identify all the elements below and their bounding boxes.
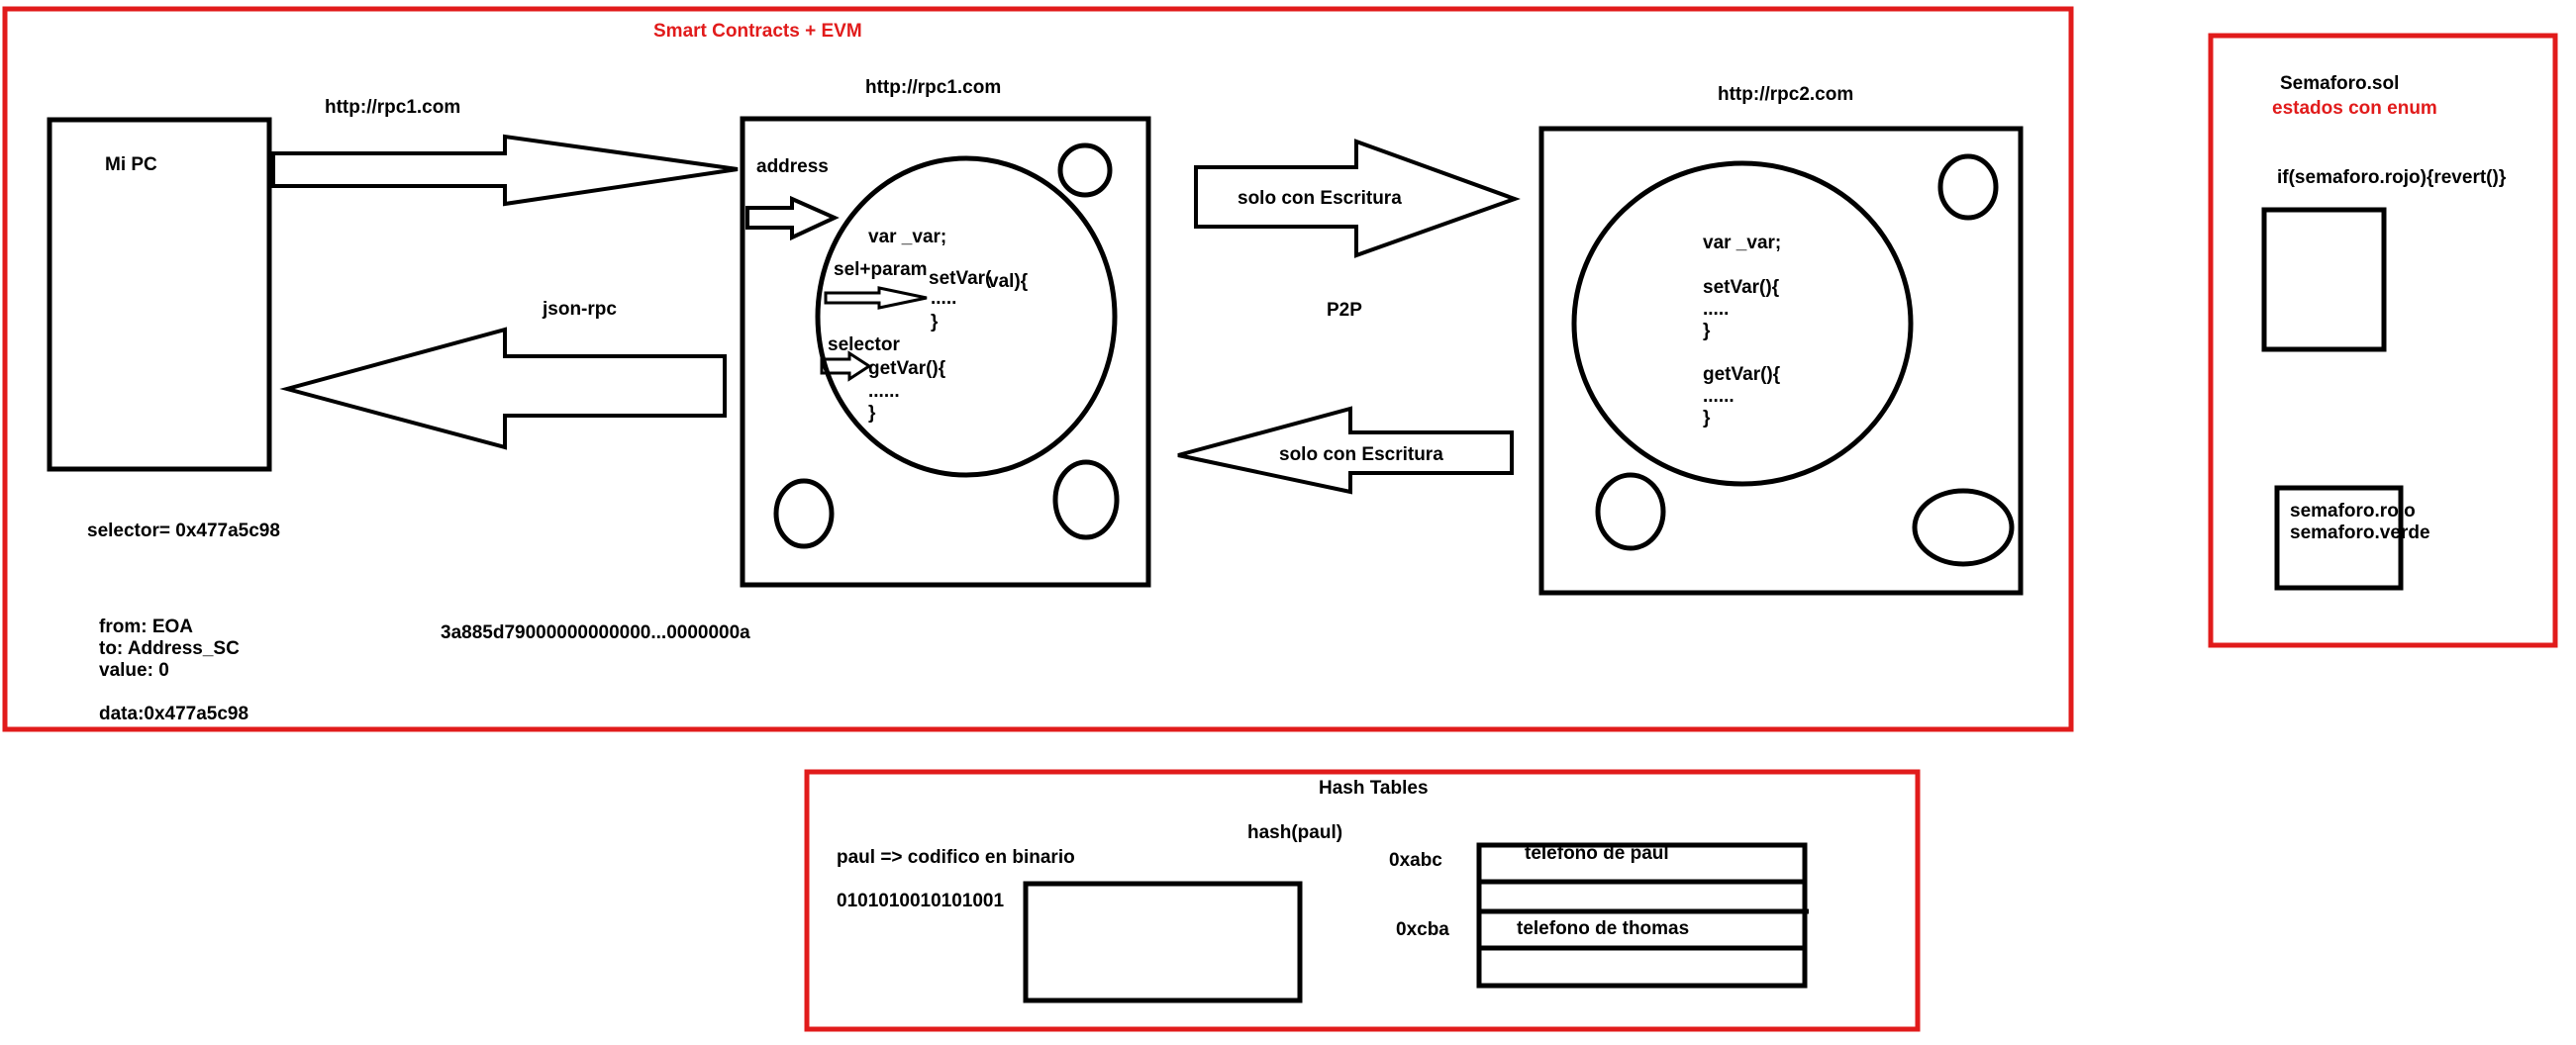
smart-contracts-title: Smart Contracts + EVM	[653, 21, 862, 42]
node1-var-decl: var _var;	[868, 227, 946, 247]
solo-escritura-bottom: solo con Escritura	[1279, 444, 1443, 465]
node1-selector-label: selector	[828, 334, 900, 355]
sel-param-arrow	[824, 286, 928, 310]
diagram-canvas: Smart Contracts + EVM Mi PC http://rpc1.…	[2, 6, 2558, 1032]
node1-close-1: }	[931, 312, 939, 332]
encode-label: paul => codifico en binario	[837, 847, 1075, 868]
semaforo-subtitle: estados con enum	[2272, 98, 2437, 119]
binary-label: 0101010010101001	[837, 891, 1005, 911]
node1-setvar: setVar(	[929, 268, 992, 289]
semaforo-state-verde: semaforo.verde	[2290, 522, 2430, 543]
node1-url: http://rpc1.com	[865, 77, 1001, 98]
node2-dots-1: .....	[1703, 299, 1729, 320]
address-arrow	[745, 195, 840, 241]
tx-value: value: 0	[99, 660, 169, 681]
node1-circle-bottom-right	[1052, 459, 1120, 540]
hash-table-box	[1476, 842, 1808, 989]
hash-tables-title: Hash Tables	[1319, 778, 1429, 799]
hash-value-0: telefono de paul	[1525, 843, 1669, 864]
hash-value-1: telefono de thomas	[1517, 918, 1689, 939]
node1-contract-ellipse	[815, 155, 1118, 478]
node2-setvar: setVar(){	[1703, 277, 1779, 298]
node1-setvar-val: val){	[988, 271, 1028, 292]
node2-close-1: }	[1703, 321, 1711, 341]
node1-sel-param: sel+param	[834, 259, 928, 280]
node2-dots-2: ......	[1703, 386, 1734, 407]
node2-box	[1538, 126, 2024, 596]
node2-url: http://rpc2.com	[1718, 84, 1853, 105]
node2-contract-ellipse	[1571, 160, 1914, 487]
solo-escritura-top: solo con Escritura	[1238, 188, 1402, 209]
mi-pc-label: Mi PC	[105, 154, 157, 175]
p2p-label: P2P	[1327, 300, 1362, 321]
tx-from: from: EOA	[99, 617, 193, 637]
mi-pc-box	[47, 117, 272, 472]
semaforo-title: Semaforo.sol	[2280, 73, 2399, 94]
binary-box	[1023, 881, 1303, 1003]
tx-data: data:0x477a5c98	[99, 704, 248, 724]
node1-address-label: address	[756, 156, 829, 177]
node1-box	[740, 116, 1151, 588]
hash-fn-label: hash(paul)	[1247, 822, 1342, 843]
node2-circle-top-right	[1937, 153, 1999, 221]
node2-circle-bottom-left	[1595, 472, 1666, 551]
selector-value: selector= 0x477a5c98	[87, 521, 280, 541]
semaforo-box-top	[2261, 207, 2387, 352]
json-rpc-label: json-rpc	[542, 299, 617, 320]
node1-getvar: getVar(){	[868, 358, 945, 379]
semaforo-code: if(semaforo.rojo){revert()}	[2277, 167, 2507, 188]
calldata-hex: 3a885d79000000000000...0000000a	[441, 622, 750, 643]
response-arrow	[279, 327, 727, 450]
node1-close-2: }	[868, 403, 876, 424]
node1-circle-bottom-left	[773, 478, 835, 549]
tx-to: to: Address_SC	[99, 638, 240, 659]
node1-dots-2: ......	[868, 381, 900, 402]
node1-circle-top-right	[1057, 142, 1113, 198]
hash-key-0: 0xabc	[1389, 850, 1442, 871]
hash-key-1: 0xcba	[1396, 919, 1449, 940]
node1-dots-1: .....	[931, 288, 956, 309]
node2-circle-bottom-right	[1912, 488, 2015, 567]
node2-var-decl: var _var;	[1703, 233, 1781, 253]
node2-close-2: }	[1703, 408, 1711, 428]
node2-getvar: getVar(){	[1703, 364, 1780, 385]
request-arrow	[271, 134, 739, 207]
semaforo-state-rojo: semaforo.rojo	[2290, 501, 2416, 522]
rpc1-request-label: http://rpc1.com	[325, 97, 460, 118]
